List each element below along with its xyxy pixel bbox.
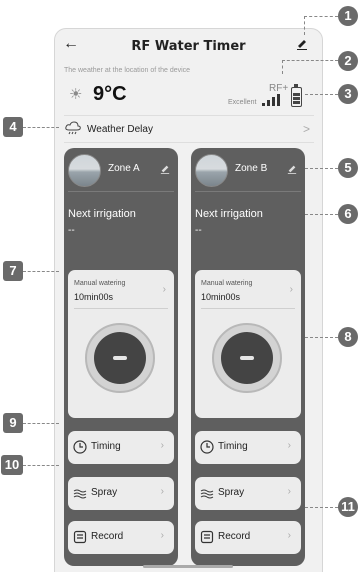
callout-line <box>282 60 283 74</box>
record-icon <box>73 530 87 549</box>
record-label: Record <box>91 531 124 542</box>
callout-line <box>305 507 338 508</box>
next-irrigation-value: -- <box>68 225 75 236</box>
divider <box>68 191 174 192</box>
callout-line <box>305 94 338 95</box>
record-button[interactable]: Record › <box>68 521 174 554</box>
next-irrigation-label: Next irrigation <box>195 208 263 220</box>
callout-line <box>282 60 338 61</box>
spray-label: Spray <box>91 487 118 498</box>
chevron-right-icon: › <box>287 440 291 451</box>
manual-watering-duration[interactable]: 10min00s <box>74 292 113 302</box>
edit-pencil-icon[interactable] <box>287 161 297 179</box>
callout-line <box>23 423 59 424</box>
weather-delay-arrow[interactable]: > <box>303 122 310 136</box>
zone-name: Zone A <box>108 163 140 174</box>
edit-pencil-icon[interactable] <box>160 161 170 179</box>
callout-11: 11 <box>338 497 358 517</box>
callout-7: 7 <box>3 261 23 281</box>
record-label: Record <box>218 531 251 542</box>
watering-dial <box>94 332 146 384</box>
callout-2: 2 <box>338 51 358 71</box>
weather-note: The weather at the location of the devic… <box>64 67 191 74</box>
record-icon <box>200 530 214 549</box>
timing-button[interactable]: Timing › <box>68 431 174 464</box>
chevron-right-icon: › <box>287 486 291 497</box>
timing-button[interactable]: Timing › <box>195 431 301 464</box>
spray-button[interactable]: Spray › <box>68 477 174 510</box>
zone-avatar[interactable] <box>68 154 101 187</box>
callout-10: 10 <box>1 455 23 475</box>
zone-name: Zone B <box>235 163 268 174</box>
zone-avatar[interactable] <box>195 154 228 187</box>
chevron-right-icon: › <box>160 486 164 497</box>
callout-line <box>305 214 338 215</box>
divider <box>201 308 295 309</box>
callout-line <box>23 127 59 128</box>
home-indicator[interactable] <box>143 565 233 568</box>
next-irrigation-label: Next irrigation <box>68 208 136 220</box>
callout-line <box>305 168 338 169</box>
manual-watering-card: Manual watering 10min00s › <box>195 270 301 418</box>
callout-line <box>23 271 59 272</box>
timing-label: Timing <box>218 441 248 452</box>
clock-icon <box>73 440 87 459</box>
divider <box>74 308 168 309</box>
battery-icon <box>291 84 302 107</box>
minus-icon <box>113 356 127 360</box>
next-irrigation-value: -- <box>195 225 202 236</box>
callout-6: 6 <box>338 204 358 224</box>
divider <box>64 142 314 143</box>
cloud-rain-icon <box>65 121 81 140</box>
manual-watering-label: Manual watering <box>201 280 253 287</box>
watering-toggle-button[interactable] <box>85 323 155 393</box>
callout-1: 1 <box>338 6 358 26</box>
record-button[interactable]: Record › <box>195 521 301 554</box>
edit-pencil-icon[interactable] <box>296 37 308 55</box>
watering-toggle-button[interactable] <box>212 323 282 393</box>
zone-card-b: Zone B Next irrigation -- Manual waterin… <box>191 148 305 566</box>
sun-icon: ☀ <box>69 86 83 103</box>
divider <box>64 115 314 116</box>
timing-label: Timing <box>91 441 121 452</box>
callout-8: 8 <box>338 327 358 347</box>
zone-card-a: Zone A Next irrigation -- Manual waterin… <box>64 148 178 566</box>
manual-watering-card: Manual watering 10min00s › <box>68 270 174 418</box>
chevron-right-icon[interactable]: › <box>163 284 166 295</box>
signal-bars-icon <box>262 92 284 106</box>
watering-dial <box>221 332 273 384</box>
manual-watering-label: Manual watering <box>74 280 126 287</box>
app-header: ← RF Water Timer <box>55 29 322 61</box>
callout-5: 5 <box>338 158 358 178</box>
callout-9: 9 <box>3 413 23 433</box>
signal-label: Excellent <box>228 99 257 106</box>
callout-4: 4 <box>3 117 23 137</box>
callout-line <box>304 16 305 35</box>
divider <box>195 191 301 192</box>
chevron-right-icon: › <box>160 530 164 541</box>
chevron-right-icon: › <box>160 440 164 451</box>
clock-icon <box>200 440 214 459</box>
spray-button[interactable]: Spray › <box>195 477 301 510</box>
callout-line <box>305 337 338 338</box>
spray-icon <box>200 486 214 505</box>
page-title: RF Water Timer <box>131 39 246 54</box>
minus-icon <box>240 356 254 360</box>
chevron-right-icon[interactable]: › <box>290 284 293 295</box>
phone-screen: ← RF Water Timer The weather at the loca… <box>54 28 323 572</box>
callout-3: 3 <box>338 84 358 104</box>
callout-line <box>23 465 59 466</box>
spray-icon <box>73 486 87 505</box>
callout-line <box>304 16 338 17</box>
spray-label: Spray <box>218 487 245 498</box>
manual-watering-duration[interactable]: 10min00s <box>201 292 240 302</box>
weather-delay-label[interactable]: Weather Delay <box>87 124 153 135</box>
chevron-right-icon: › <box>287 530 291 541</box>
temperature: 9°C <box>93 83 127 105</box>
